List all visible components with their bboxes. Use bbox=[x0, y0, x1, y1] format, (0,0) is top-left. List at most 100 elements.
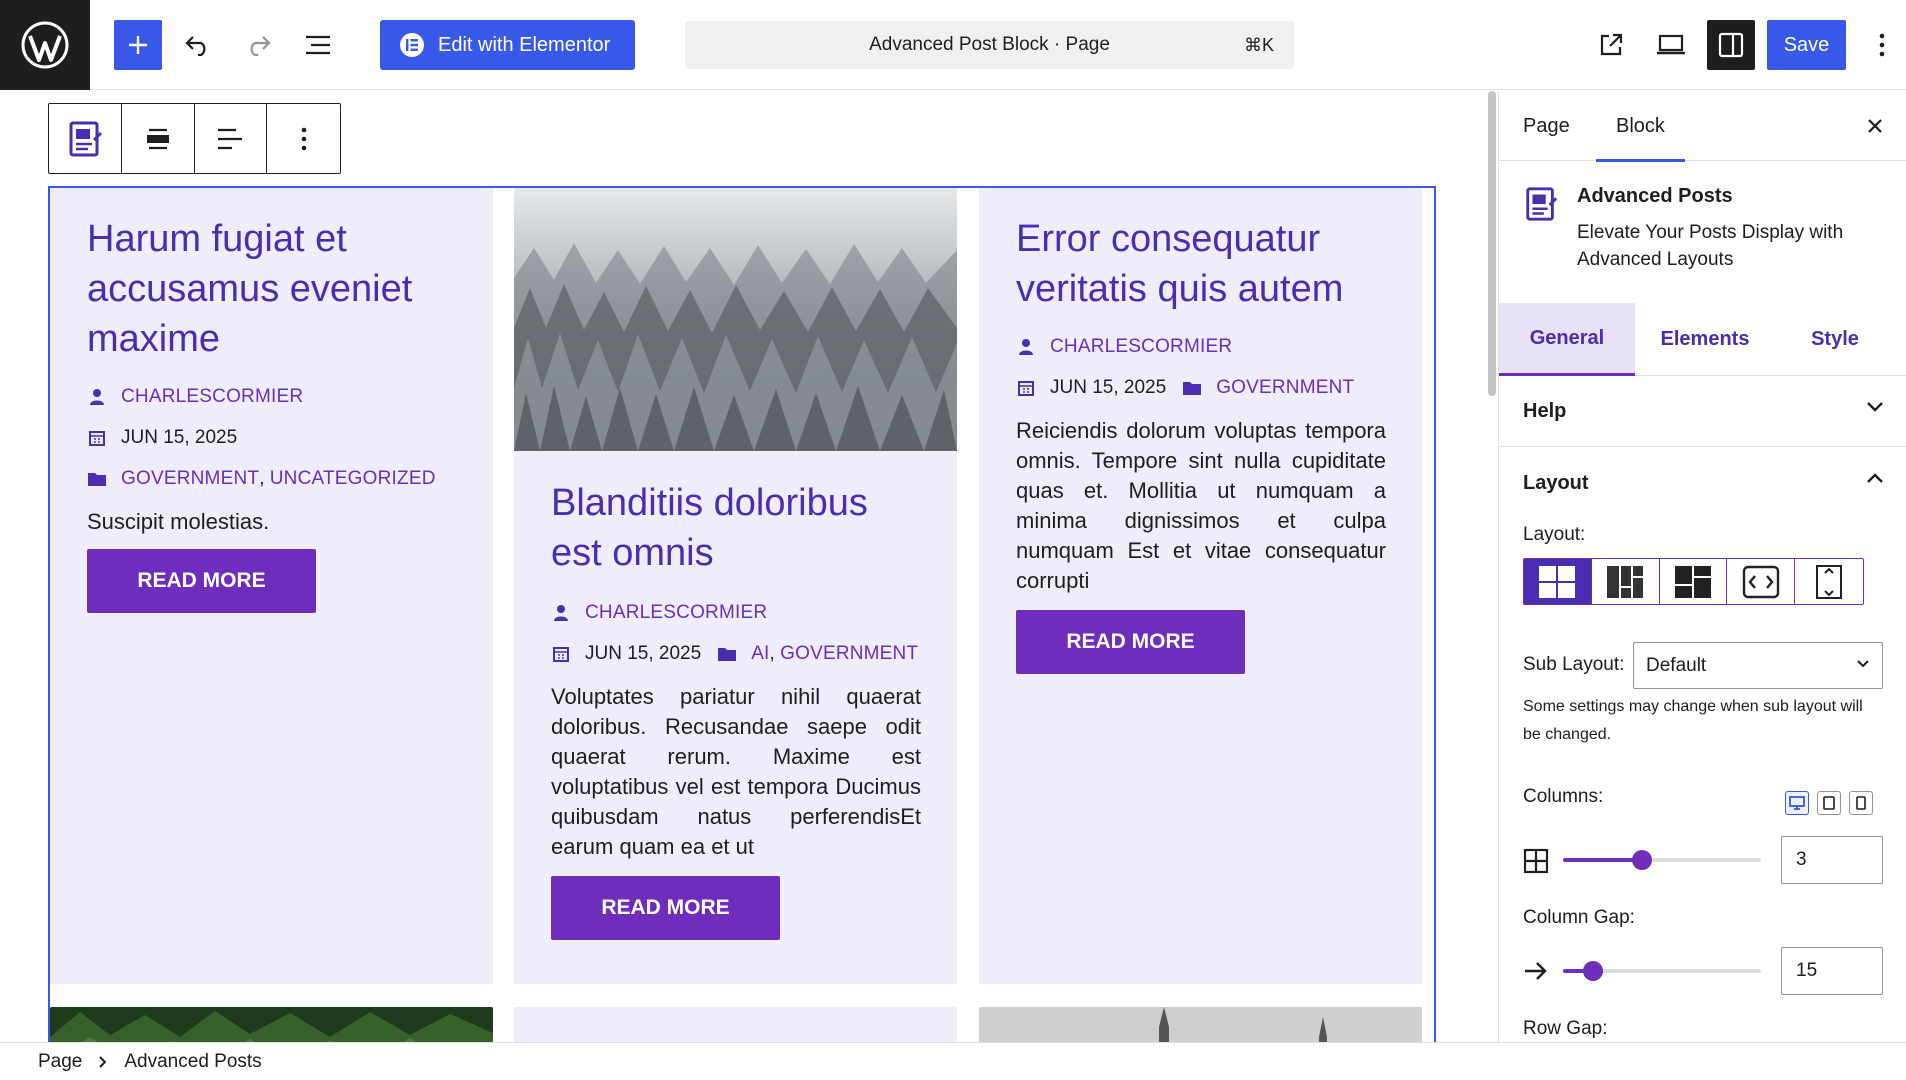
mobile-device-button[interactable] bbox=[1849, 791, 1873, 815]
options-button[interactable] bbox=[1862, 20, 1902, 70]
category-link[interactable]: GOVERNMENT bbox=[121, 468, 259, 490]
tab-elements[interactable]: Elements bbox=[1635, 303, 1775, 376]
columns-slider-handle[interactable] bbox=[1632, 850, 1653, 870]
block-type-button[interactable] bbox=[49, 104, 122, 173]
author-link[interactable]: CHARLESCORMIER bbox=[121, 386, 303, 408]
calendar-icon bbox=[87, 428, 107, 448]
tab-block[interactable]: Block bbox=[1596, 91, 1685, 162]
author-link[interactable]: CHARLESCORMIER bbox=[1050, 336, 1232, 358]
post-title[interactable]: Blanditiis doloribus est omnis bbox=[551, 478, 921, 578]
canvas-scrollbar[interactable] bbox=[1486, 91, 1498, 1042]
device-preview-button[interactable] bbox=[1646, 20, 1696, 70]
layout-grid-option[interactable] bbox=[1524, 559, 1592, 604]
document-overview-button[interactable] bbox=[294, 20, 342, 70]
read-more-button[interactable]: READ MORE bbox=[551, 876, 780, 940]
sub-layout-select[interactable]: Default bbox=[1633, 642, 1883, 689]
post-title[interactable]: Error consequatur veritatis quis autem bbox=[1016, 214, 1386, 314]
editor-canvas: Harum fugiat et accusamus eveniet maxime… bbox=[0, 91, 1486, 1042]
category-link[interactable]: GOVERNMENT bbox=[1216, 377, 1354, 399]
layout-ticker-option[interactable] bbox=[1795, 559, 1863, 604]
breadcrumb-item-page[interactable]: Page bbox=[38, 1051, 82, 1073]
sub-layout-value: Default bbox=[1646, 654, 1707, 676]
post-title[interactable]: Harum fugiat et accusamus eveniet maxime bbox=[87, 214, 467, 364]
chevron-right-icon bbox=[98, 1055, 107, 1068]
category-link[interactable]: GOVERNMENT bbox=[780, 643, 918, 665]
category-link[interactable]: AI bbox=[751, 643, 769, 665]
tab-general[interactable]: General bbox=[1499, 303, 1635, 376]
mobile-icon bbox=[1856, 796, 1866, 810]
columns-label: Columns: bbox=[1523, 786, 1604, 807]
column-gap-number-input[interactable]: 15 bbox=[1781, 947, 1883, 995]
elementor-icon bbox=[400, 33, 424, 57]
grid-layout-icon bbox=[1539, 565, 1576, 598]
save-button[interactable]: Save bbox=[1767, 20, 1846, 70]
layout-slider-option[interactable] bbox=[1727, 559, 1796, 604]
columns-number-input[interactable]: 3 bbox=[1781, 836, 1883, 884]
vertical-ellipsis-icon bbox=[1879, 33, 1885, 57]
close-icon bbox=[1868, 119, 1882, 133]
user-icon bbox=[1016, 337, 1036, 357]
post-author: CHARLESCORMIER bbox=[551, 592, 921, 633]
add-block-button[interactable] bbox=[114, 20, 162, 70]
help-panel-title: Help bbox=[1523, 400, 1567, 422]
masonry-layout-icon bbox=[1607, 565, 1644, 598]
arrow-right-icon bbox=[1525, 962, 1547, 980]
block-options-button[interactable] bbox=[267, 104, 340, 173]
layout-featured-option[interactable] bbox=[1660, 559, 1728, 604]
align-button[interactable] bbox=[122, 104, 195, 173]
command-palette-bar[interactable]: Advanced Post Block · Page ⌘K bbox=[685, 21, 1294, 69]
layout-panel-toggle[interactable]: Layout bbox=[1499, 448, 1906, 518]
post-author: CHARLESCORMIER bbox=[1016, 326, 1386, 367]
calendar-icon bbox=[1016, 378, 1036, 398]
column-gap-slider[interactable] bbox=[1563, 961, 1761, 981]
post-author: CHARLESCORMIER bbox=[87, 376, 467, 417]
wordpress-icon bbox=[21, 21, 69, 69]
breadcrumb: Page Advanced Posts bbox=[0, 1042, 1906, 1080]
edit-with-elementor-button[interactable]: Edit with Elementor bbox=[380, 20, 635, 70]
date-text: JUN 15, 2025 bbox=[121, 426, 238, 448]
advanced-posts-block[interactable]: Harum fugiat et accusamus eveniet maxime… bbox=[48, 186, 1436, 1042]
column-gap-slider-handle[interactable] bbox=[1582, 961, 1603, 981]
post-excerpt: Voluptates pariatur nihil quaerat dolori… bbox=[551, 684, 921, 859]
settings-sidebar-toggle[interactable] bbox=[1707, 20, 1755, 70]
columns-grid-icon bbox=[1523, 848, 1549, 874]
author-link[interactable]: CHARLESCORMIER bbox=[585, 602, 767, 624]
tab-page[interactable]: Page bbox=[1523, 91, 1570, 161]
plus-icon bbox=[129, 36, 147, 54]
settings-sidebar: Page Block Advanced Posts Elevate Your P… bbox=[1498, 91, 1906, 1042]
column-gap-label: Column Gap: bbox=[1523, 907, 1635, 928]
read-more-button[interactable]: READ MORE bbox=[1016, 610, 1245, 674]
close-sidebar-button[interactable] bbox=[1862, 113, 1888, 139]
sidebar-icon bbox=[1718, 32, 1744, 58]
editor-top-bar: Edit with Elementor Advanced Post Block … bbox=[0, 0, 1906, 90]
external-link-icon bbox=[1600, 33, 1623, 56]
undo-button[interactable] bbox=[174, 20, 222, 70]
post-card: Blanditiis doloribus est omnis CHARLESCO… bbox=[514, 188, 957, 984]
help-panel-toggle[interactable]: Help bbox=[1499, 377, 1906, 447]
redo-button[interactable] bbox=[234, 20, 282, 70]
scrollbar-thumb[interactable] bbox=[1488, 91, 1496, 396]
justify-button[interactable] bbox=[195, 104, 268, 173]
tablet-device-button[interactable] bbox=[1817, 791, 1841, 815]
post-featured-image[interactable] bbox=[514, 188, 957, 451]
post-date-categories: JUN 15, 2025 GOVERNMENT bbox=[1016, 367, 1386, 408]
columns-slider[interactable] bbox=[1563, 850, 1761, 870]
post-date-categories: JUN 15, 2025 AI, GOVERNMENT bbox=[551, 633, 921, 674]
edit-with-elementor-label: Edit with Elementor bbox=[438, 33, 611, 56]
tab-style[interactable]: Style bbox=[1775, 303, 1895, 376]
featured-layout-icon bbox=[1674, 565, 1711, 598]
desktop-device-button[interactable] bbox=[1785, 791, 1809, 815]
view-page-button[interactable] bbox=[1586, 20, 1636, 70]
layout-panel-title: Layout bbox=[1523, 471, 1589, 494]
breadcrumb-item-block[interactable]: Advanced Posts bbox=[124, 1051, 261, 1073]
wordpress-logo-button[interactable] bbox=[0, 0, 90, 90]
category-link[interactable]: UNCATEGORIZED bbox=[270, 468, 436, 490]
read-more-button[interactable]: READ MORE bbox=[87, 549, 316, 613]
advanced-posts-block-icon bbox=[1523, 185, 1559, 223]
post-date: JUN 15, 2025 bbox=[87, 417, 467, 458]
calendar-icon bbox=[551, 644, 571, 664]
city-image bbox=[979, 1007, 1422, 1042]
user-icon bbox=[87, 387, 107, 407]
layout-masonry-option[interactable] bbox=[1592, 559, 1660, 604]
post-categories: GOVERNMENT, UNCATEGORIZED bbox=[87, 458, 467, 499]
